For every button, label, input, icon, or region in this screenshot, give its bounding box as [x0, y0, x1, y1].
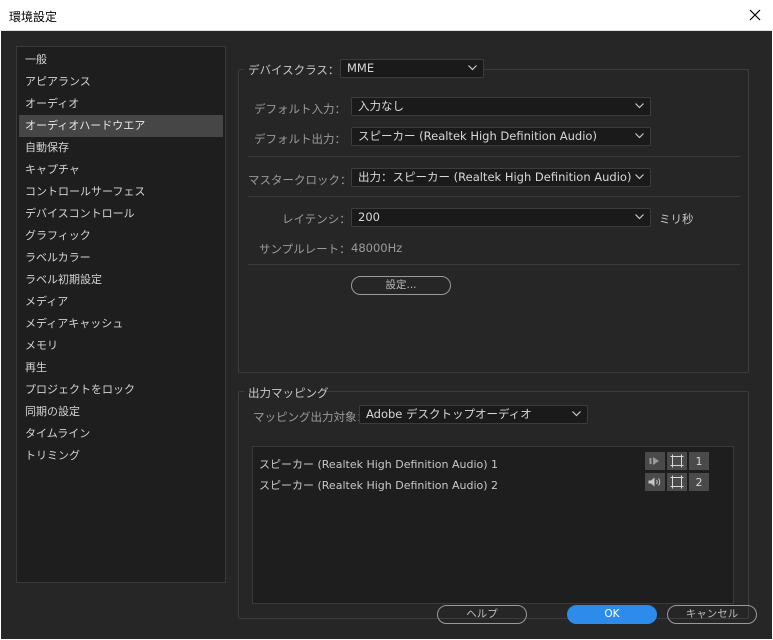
sidebar-item-general[interactable]: 一般 — [19, 49, 223, 71]
sidebar-item-graphics[interactable]: グラフィック — [19, 225, 223, 247]
speaker-icon — [648, 477, 661, 487]
default-output-label: デフォルト出力： — [254, 132, 346, 146]
sidebar-item-audio-hardware[interactable]: オーディオハードウエア — [19, 115, 223, 137]
divider — [248, 264, 740, 265]
latency-label: レイテンシ： — [282, 212, 351, 226]
sidebar-item-project-locking[interactable]: プロジェクトをロック — [19, 379, 223, 401]
sidebar-item-trimming[interactable]: トリミング — [19, 445, 223, 467]
channel-frame-button[interactable] — [667, 452, 687, 470]
channel-speaker-button[interactable] — [645, 473, 665, 491]
divider — [248, 196, 740, 197]
window-title: 環境設定 — [9, 10, 58, 24]
default-input-value: 入力なし — [358, 99, 404, 113]
category-list[interactable]: 一般 アピアランス オーディオ オーディオハードウエア 自動保存 キャプチャ コ… — [16, 46, 226, 583]
device-class-value: MME — [347, 61, 375, 75]
channel-number-badge: 2 — [689, 473, 709, 491]
channel-row[interactable]: スピーカー (Realtek High Definition Audio) 1 — [259, 456, 498, 472]
default-output-dropdown[interactable]: スピーカー (Realtek High Definition Audio) — [351, 127, 651, 146]
sidebar-item-label-colors[interactable]: ラベルカラー — [19, 247, 223, 269]
device-class-label: デバイスクラス： — [248, 63, 340, 77]
channel-frame-button[interactable] — [667, 473, 687, 491]
help-button[interactable]: ヘルプ — [437, 605, 527, 624]
sample-rate-value: 48000Hz — [351, 241, 403, 255]
sidebar-item-media[interactable]: メディア — [19, 291, 223, 313]
channel-mapping-list[interactable]: スピーカー (Realtek High Definition Audio) 1 … — [252, 446, 734, 604]
sidebar-item-appearance[interactable]: アピアランス — [19, 71, 223, 93]
sidebar-item-sync-settings[interactable]: 同期の設定 — [19, 401, 223, 423]
sample-rate-label: サンプルレート： — [259, 242, 351, 256]
latency-unit: ミリ秒 — [659, 212, 694, 226]
close-button[interactable] — [743, 3, 767, 27]
device-class-dropdown[interactable]: MME — [340, 59, 484, 78]
sidebar-item-playback[interactable]: 再生 — [19, 357, 223, 379]
mapping-target-dropdown[interactable]: Adobe デスクトップオーディオ — [359, 405, 588, 424]
sidebar-item-label-defaults[interactable]: ラベル初期設定 — [19, 269, 223, 291]
sidebar-item-control-surface[interactable]: コントロールサーフェス — [19, 181, 223, 203]
mapping-target-value: Adobe デスクトップオーディオ — [366, 407, 532, 421]
master-clock-dropdown[interactable]: 出力：スピーカー (Realtek High Definition Audio) — [351, 168, 651, 187]
settings-button[interactable]: 設定... — [351, 276, 451, 295]
output-mapping-title: 出力マッピング — [248, 386, 329, 400]
title-bar: 環境設定 — [0, 0, 773, 31]
sidebar-item-audio[interactable]: オーディオ — [19, 93, 223, 115]
channel-number-badge: 1 — [689, 452, 709, 470]
ok-button[interactable]: OK — [567, 605, 657, 624]
frame-icon — [670, 454, 684, 468]
sidebar-item-timeline[interactable]: タイムライン — [19, 423, 223, 445]
sidebar-item-device-control[interactable]: デバイスコントロール — [19, 203, 223, 225]
chevron-down-icon — [635, 214, 644, 220]
chevron-down-icon — [635, 103, 644, 109]
default-output-value: スピーカー (Realtek High Definition Audio) — [358, 129, 597, 143]
chevron-down-icon — [468, 65, 477, 71]
default-input-label: デフォルト入力： — [254, 102, 346, 116]
chevron-down-icon — [635, 133, 644, 139]
sidebar-item-capture[interactable]: キャプチャ — [19, 159, 223, 181]
cancel-button[interactable]: キャンセル — [667, 605, 757, 624]
default-input-dropdown[interactable]: 入力なし — [351, 97, 651, 116]
divider — [248, 156, 740, 157]
chevron-down-icon — [572, 411, 581, 417]
master-clock-label: マスタークロック： — [248, 173, 352, 187]
chevron-down-icon — [635, 174, 644, 180]
mapping-target-label: マッピング出力対象： — [253, 410, 368, 424]
latency-dropdown[interactable]: 200 — [351, 208, 651, 227]
frame-icon — [670, 475, 684, 489]
channel-row[interactable]: スピーカー (Realtek High Definition Audio) 2 — [259, 477, 498, 493]
sidebar-item-media-cache[interactable]: メディアキャッシュ — [19, 313, 223, 335]
close-icon — [749, 9, 761, 21]
sidebar-item-auto-save[interactable]: 自動保存 — [19, 137, 223, 159]
latency-value: 200 — [358, 210, 380, 224]
master-clock-value: 出力：スピーカー (Realtek High Definition Audio) — [358, 170, 632, 184]
sidebar-item-memory[interactable]: メモリ — [19, 335, 223, 357]
play-icon — [649, 457, 659, 465]
channel-play-button[interactable] — [645, 452, 665, 470]
